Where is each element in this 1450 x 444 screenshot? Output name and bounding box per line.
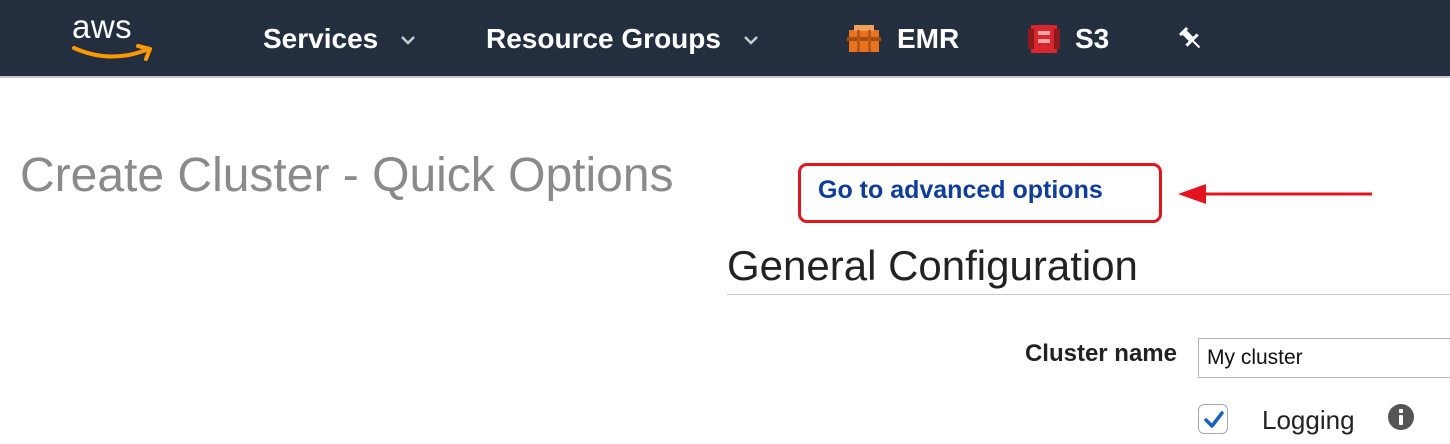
- pin-services-button[interactable]: [1178, 0, 1204, 78]
- page-title: Create Cluster - Quick Options: [20, 149, 674, 202]
- advanced-options-link[interactable]: Go to advanced options: [818, 176, 1103, 205]
- resource-groups-menu[interactable]: Resource Groups: [486, 0, 759, 78]
- top-navigation-bar: aws Services Resource Groups EMR S3: [0, 0, 1450, 78]
- chevron-down-icon: [401, 36, 416, 45]
- section-title-general-configuration: General Configuration: [727, 242, 1138, 289]
- cluster-name-label: Cluster name: [1024, 340, 1177, 367]
- services-menu-label: Services: [263, 23, 379, 54]
- aws-logo-text: aws: [72, 8, 133, 45]
- section-divider: [727, 294, 1450, 295]
- emr-icon: [847, 25, 881, 52]
- logging-label: Logging: [1262, 405, 1355, 435]
- s3-bucket-icon: [1028, 25, 1060, 53]
- pushpin-icon: [1178, 26, 1201, 49]
- pinned-service-emr[interactable]: EMR: [845, 0, 959, 78]
- pinned-service-emr-label: EMR: [897, 23, 960, 54]
- resource-groups-menu-label: Resource Groups: [486, 23, 721, 54]
- chevron-down-icon: [744, 36, 758, 45]
- cluster-name-input[interactable]: [1198, 338, 1450, 378]
- services-menu[interactable]: Services: [263, 0, 416, 78]
- pinned-service-s3[interactable]: S3: [1027, 0, 1109, 78]
- callout-arrow-icon: [1178, 184, 1372, 204]
- logging-checkbox[interactable]: [1198, 404, 1228, 434]
- info-icon[interactable]: [1388, 404, 1414, 430]
- aws-smile-icon: [72, 44, 152, 61]
- aws-logo[interactable]: aws: [70, 8, 160, 68]
- checkmark-icon: [1204, 411, 1224, 428]
- pinned-service-s3-label: S3: [1075, 23, 1110, 54]
